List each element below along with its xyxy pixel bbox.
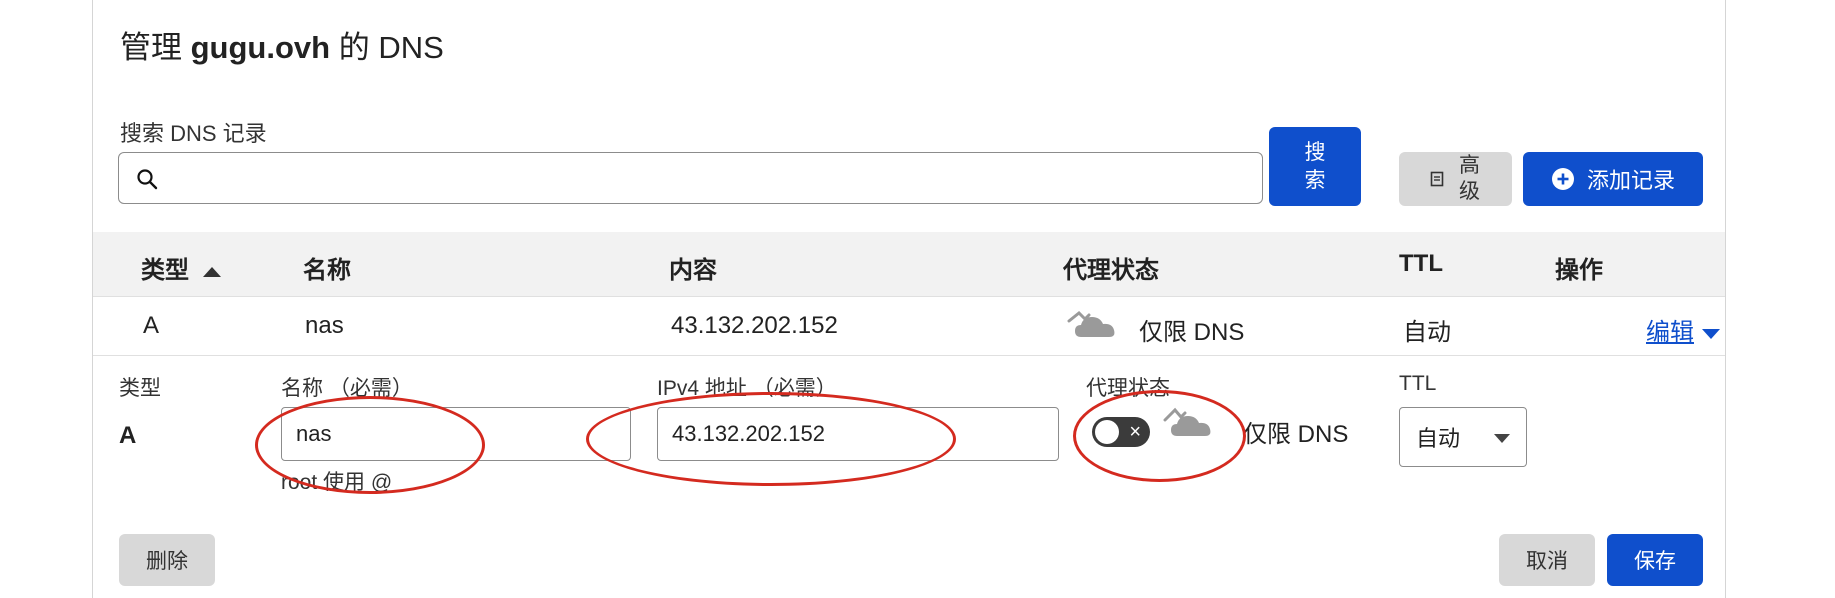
column-header-name: 名称 [303, 257, 351, 284]
proxy-status-text: 仅限 DNS [1243, 421, 1349, 448]
type-label: 类型 [119, 377, 161, 400]
column-header-actions: 操作 [1555, 257, 1603, 284]
column-header-type[interactable]: 类型 [141, 250, 222, 285]
proxy-toggle[interactable]: × [1092, 417, 1150, 447]
cancel-button[interactable]: 取消 [1499, 534, 1595, 586]
ipv4-label: IPv4 地址 （必需） [657, 377, 837, 400]
name-field-value: nas [296, 421, 332, 446]
search-input-box[interactable] [118, 152, 1263, 204]
advanced-button-label: 高 级 [1459, 154, 1480, 203]
search-icon [137, 169, 158, 190]
table-header: 类型 名称 内容 代理状态 TTL 操作 [93, 232, 1725, 297]
sort-ascending-icon [202, 266, 221, 277]
row-name: nas [305, 312, 344, 339]
proxy-label: 代理状态 [1086, 377, 1170, 400]
type-value: A [119, 422, 137, 449]
ttl-select[interactable]: 自动 [1399, 407, 1527, 467]
table-row[interactable]: A nas 43.132.202.152 仅限 DNS 自动 编辑 [93, 297, 1725, 356]
add-record-button[interactable]: 添加记录 [1523, 152, 1703, 206]
dropdown-caret-icon [1494, 434, 1510, 443]
search-button[interactable]: 搜 索 [1269, 127, 1361, 206]
save-button[interactable]: 保存 [1607, 534, 1703, 586]
toggle-knob [1095, 420, 1119, 444]
search-label: 搜索 DNS 记录 [120, 121, 267, 146]
column-header-proxy: 代理状态 [1063, 257, 1159, 284]
edit-link-label: 编辑 [1646, 319, 1694, 346]
toggle-off-icon: × [1129, 421, 1141, 443]
row-edit-link[interactable]: 编辑 [1646, 312, 1721, 347]
dns-panel: 管理 gugu.ovh 的 DNS 搜索 DNS 记录 搜 索 高 级 添加记录… [92, 0, 1726, 598]
page-title: 管理 gugu.ovh 的 DNS [120, 30, 444, 65]
name-field[interactable]: nas [281, 407, 631, 461]
name-label: 名称 （必需） [281, 377, 413, 400]
row-ttl: 自动 [1403, 319, 1451, 346]
plus-circle-icon [1551, 168, 1574, 190]
column-header-ttl: TTL [1399, 250, 1443, 277]
delete-button[interactable]: 删除 [119, 534, 215, 586]
document-icon [1430, 171, 1443, 187]
ipv4-field[interactable]: 43.132.202.152 [657, 407, 1059, 461]
ipv4-field-value: 43.132.202.152 [672, 421, 825, 446]
chevron-down-icon [1701, 328, 1720, 339]
ttl-select-value: 自动 [1416, 426, 1461, 451]
row-type: A [143, 312, 160, 339]
name-hint: root 使用 @ [281, 471, 393, 494]
dns-only-cloud-icon [1067, 310, 1115, 337]
add-record-label: 添加记录 [1586, 168, 1675, 193]
ttl-label: TTL [1399, 372, 1437, 395]
row-proxy-status: 仅限 DNS [1139, 319, 1245, 346]
column-header-content: 内容 [669, 257, 717, 284]
row-content: 43.132.202.152 [671, 312, 838, 339]
dns-only-cloud-icon-form [1163, 407, 1211, 436]
search-input[interactable] [173, 161, 1247, 197]
advanced-button[interactable]: 高 级 [1399, 152, 1512, 206]
